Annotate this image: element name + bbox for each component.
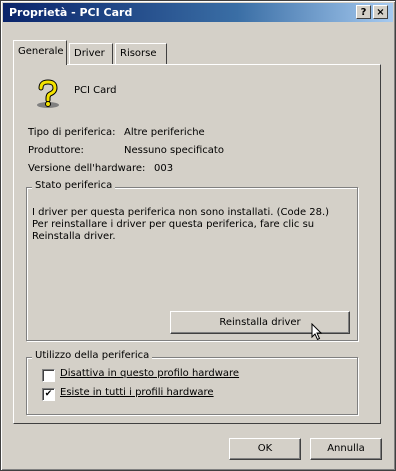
status-line-3: Reinstalla driver. <box>32 231 116 242</box>
tab-panel-generale: PCI Card Tipo di periferica: Altre perif… <box>13 64 381 424</box>
exists-all-profiles-label[interactable]: Esiste in tutti i profili hardware <box>60 387 214 398</box>
help-button[interactable]: ? <box>356 5 371 19</box>
hw-version-label: Versione dell'hardware: <box>28 163 146 174</box>
cancel-button[interactable]: Annulla <box>310 438 382 460</box>
disable-profile-checkbox[interactable] <box>42 369 55 382</box>
checkmark-icon: ✔ <box>44 389 53 399</box>
ok-label: OK <box>257 443 273 454</box>
window-title: Proprietà - PCI Card <box>9 6 133 19</box>
usage-group-title: Utilizzo della periferica <box>32 350 153 361</box>
close-button[interactable]: × <box>373 5 388 19</box>
mouse-cursor-icon <box>311 322 323 341</box>
cancel-label: Annulla <box>327 443 365 454</box>
status-group-title: Stato periferica <box>32 180 116 191</box>
usage-group <box>26 357 358 415</box>
disable-profile-label[interactable]: Disattiva in questo profilo hardware <box>60 368 239 379</box>
reinstall-driver-button[interactable]: Reinstalla driver <box>170 311 350 334</box>
tab-risorse[interactable]: Risorse <box>115 43 167 64</box>
hw-version-value: 003 <box>154 163 174 174</box>
device-type-value: Altre periferiche <box>124 127 205 138</box>
properties-dialog: Proprietà - PCI Card ? × Generale Driver… <box>0 0 396 471</box>
device-name: PCI Card <box>74 85 117 96</box>
ok-button[interactable]: OK <box>229 438 301 460</box>
title-bar[interactable]: Proprietà - PCI Card ? × <box>3 3 393 22</box>
reinstall-driver-label: Reinstalla driver <box>219 317 301 328</box>
manufacturer-label: Produttore: <box>28 145 84 156</box>
tab-driver[interactable]: Driver <box>69 43 113 64</box>
manufacturer-value: Nessuno specificato <box>124 145 224 156</box>
status-line-2: Per reinstallare i driver per questa per… <box>32 219 315 230</box>
tab-generale[interactable]: Generale <box>13 40 67 65</box>
device-type-label: Tipo di periferica: <box>28 127 116 138</box>
status-line-1: I driver per questa periferica non sono … <box>32 207 330 218</box>
unknown-device-question-icon <box>33 79 63 109</box>
exists-all-profiles-checkbox[interactable]: ✔ <box>42 388 55 401</box>
